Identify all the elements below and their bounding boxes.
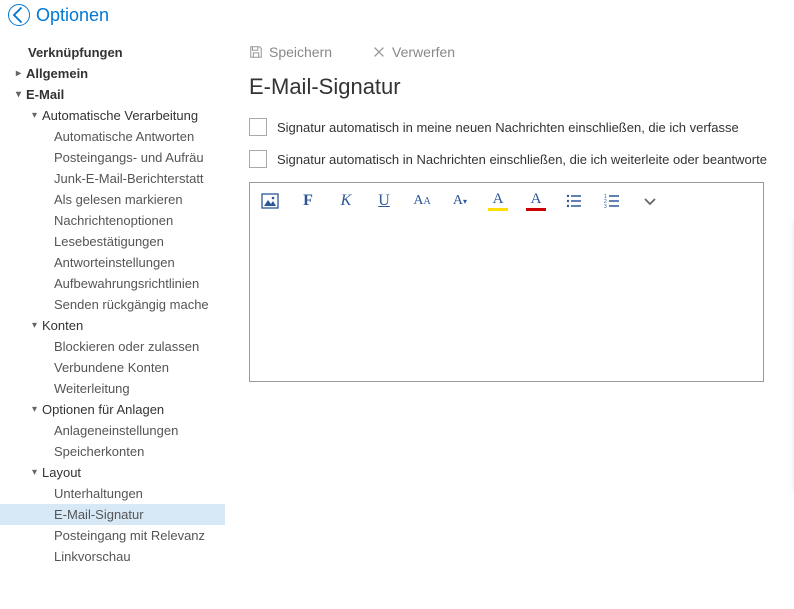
main-content: Speichern Verwerfen E-Mail-Signatur Sign…: [225, 30, 794, 607]
nav-signature[interactable]: E-Mail-Signatur: [0, 504, 225, 525]
nav-link-preview[interactable]: Linkvorschau: [0, 546, 225, 567]
nav-label: Nachrichtenoptionen: [54, 213, 173, 228]
highlight-button[interactable]: A: [488, 191, 508, 211]
number-list-button[interactable]: 123: [602, 191, 622, 211]
nav-forwarding[interactable]: Weiterleitung: [0, 378, 225, 399]
nav-label: E-Mail-Signatur: [54, 507, 144, 522]
back-button[interactable]: [8, 4, 30, 26]
nav-read-receipts[interactable]: Lesebestätigungen: [0, 231, 225, 252]
font-color-button[interactable]: A: [526, 191, 546, 211]
nav-email[interactable]: ▾E-Mail: [0, 84, 225, 105]
nav-reply-settings[interactable]: Antworteinstellungen: [0, 252, 225, 273]
nav-label: Anlageneinstellungen: [54, 423, 178, 438]
save-icon: [249, 45, 263, 59]
nav-label: Verbundene Konten: [54, 360, 169, 375]
nav-label: Blockieren oder zulassen: [54, 339, 199, 354]
underline-button[interactable]: U: [374, 191, 394, 211]
nav-label: Lesebestätigungen: [54, 234, 164, 249]
nav-label: Posteingangs- und Aufräu: [54, 150, 204, 165]
nav-retention[interactable]: Aufbewahrungsrichtlinien: [0, 273, 225, 294]
save-label: Speichern: [269, 44, 332, 60]
nav-focused[interactable]: Posteingang mit Relevanz: [0, 525, 225, 546]
caret-down-icon: ▾: [32, 320, 42, 331]
font-size-down-button[interactable]: A▾: [450, 191, 470, 211]
nav-label: Layout: [42, 465, 81, 480]
bold-button[interactable]: F: [298, 191, 318, 211]
header-title: Optionen: [36, 5, 109, 26]
nav-auto-replies[interactable]: Automatische Antworten: [0, 126, 225, 147]
checkbox-label: Signatur automatisch in meine neuen Nach…: [277, 120, 739, 135]
checkbox-auto-new[interactable]: [249, 118, 267, 136]
page-title: E-Mail-Signatur: [249, 74, 770, 100]
nav-label: Senden rückgängig mache: [54, 297, 209, 312]
italic-button[interactable]: K: [336, 191, 356, 211]
caret-right-icon: ▸: [16, 68, 26, 79]
nav-label: Speicherkonten: [54, 444, 144, 459]
svg-text:3: 3: [604, 204, 607, 210]
nav-label: Allgemein: [26, 66, 88, 81]
nav-block-allow[interactable]: Blockieren oder zulassen: [0, 336, 225, 357]
caret-down-icon: ▾: [32, 404, 42, 415]
nav-label: Automatische Antworten: [54, 129, 194, 144]
checkbox-label: Signatur automatisch in Nachrichten eins…: [277, 152, 767, 167]
nav-connected[interactable]: Verbundene Konten: [0, 357, 225, 378]
nav-label: Posteingang mit Relevanz: [54, 528, 205, 543]
nav-label: Unterhaltungen: [54, 486, 143, 501]
sidebar: Verknüpfungen ▸Allgemein ▾E-Mail ▾Automa…: [0, 30, 225, 607]
discard-button[interactable]: Verwerfen: [372, 44, 455, 60]
nav-label: Aufbewahrungsrichtlinien: [54, 276, 199, 291]
more-formatting-button[interactable]: [640, 191, 660, 211]
nav-accounts[interactable]: ▾Konten: [0, 315, 225, 336]
caret-down-icon: ▾: [16, 89, 26, 100]
caret-down-icon: ▾: [32, 467, 42, 478]
bullet-list-button[interactable]: [564, 191, 584, 211]
nav-label: Junk-E-Mail-Berichterstatt: [54, 171, 204, 186]
font-size-up-button[interactable]: AA: [412, 191, 432, 211]
insert-image-button[interactable]: [260, 191, 280, 211]
nav-junk[interactable]: Junk-E-Mail-Berichterstatt: [0, 168, 225, 189]
nav-auto-processing[interactable]: ▾Automatische Verarbeitung: [0, 105, 225, 126]
nav-conversations[interactable]: Unterhaltungen: [0, 483, 225, 504]
nav-attachments[interactable]: ▾Optionen für Anlagen: [0, 399, 225, 420]
nav-label: Optionen für Anlagen: [42, 402, 164, 417]
discard-label: Verwerfen: [392, 44, 455, 60]
nav-label: E-Mail: [26, 87, 64, 102]
nav-layout[interactable]: ▾Layout: [0, 462, 225, 483]
nav-storage[interactable]: Speicherkonten: [0, 441, 225, 462]
checkbox-auto-reply[interactable]: [249, 150, 267, 168]
nav-label: Als gelesen markieren: [54, 192, 183, 207]
nav-label: Verknüpfungen: [28, 45, 123, 60]
signature-editor[interactable]: F K U AA A▾ A A 123: [249, 182, 764, 382]
nav-label: Linkvorschau: [54, 549, 131, 564]
nav-msg-options[interactable]: Nachrichtenoptionen: [0, 210, 225, 231]
discard-icon: [372, 45, 386, 59]
editor-toolbar: F K U AA A▾ A A 123: [250, 183, 763, 219]
nav-label: Weiterleitung: [54, 381, 130, 396]
caret-down-icon: ▾: [32, 110, 42, 121]
nav-label: Konten: [42, 318, 83, 333]
save-button[interactable]: Speichern: [249, 44, 332, 60]
nav-attach-settings[interactable]: Anlageneinstellungen: [0, 420, 225, 441]
nav-label: Antworteinstellungen: [54, 255, 175, 270]
nav-mark-read[interactable]: Als gelesen markieren: [0, 189, 225, 210]
nav-label: Automatische Verarbeitung: [42, 108, 198, 123]
nav-shortcuts[interactable]: Verknüpfungen: [0, 42, 225, 63]
nav-inbox-rules[interactable]: Posteingangs- und Aufräu: [0, 147, 225, 168]
nav-undo-send[interactable]: Senden rückgängig mache: [0, 294, 225, 315]
nav-general[interactable]: ▸Allgemein: [0, 63, 225, 84]
